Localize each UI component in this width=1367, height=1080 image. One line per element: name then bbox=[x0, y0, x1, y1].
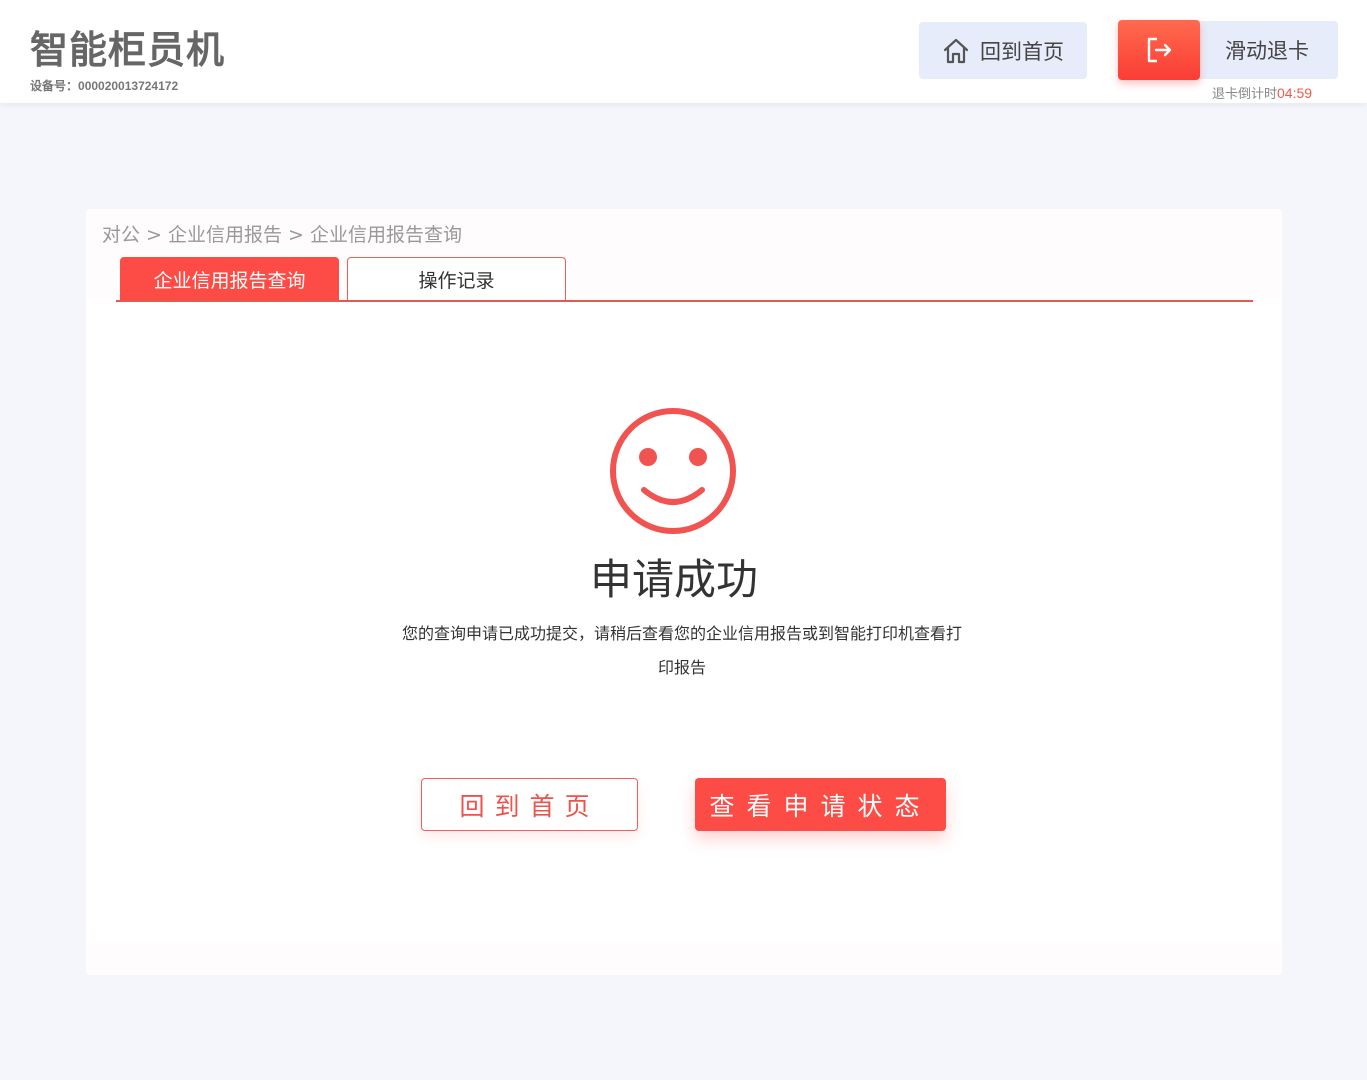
top-bar: 智能柜员机 设备号：000020013724172 回到首页 滑动退卡 退卡倒计… bbox=[0, 0, 1367, 103]
result-description: 您的查询申请已成功提交，请稍后查看您的企业信用报告或到智能打印机查看打印报告 bbox=[402, 624, 963, 677]
back-home-button[interactable]: 回到首页 bbox=[421, 778, 638, 831]
back-home-label: 回到首页 bbox=[459, 791, 600, 821]
device-info: 设备号：000020013724172 bbox=[30, 78, 178, 94]
header-home-button[interactable]: 回到首页 bbox=[919, 22, 1087, 79]
tab-operation-records[interactable]: 操作记录 bbox=[347, 257, 566, 301]
result-title: 申请成功 bbox=[589, 555, 758, 604]
smile-icon bbox=[610, 408, 736, 534]
exit-card-button[interactable] bbox=[1118, 20, 1200, 80]
app-title: 智能柜员机 bbox=[30, 28, 226, 72]
exit-card-label: 滑动退卡 bbox=[1225, 39, 1309, 63]
tab-credit-report-query-label: 企业信用报告查询 bbox=[153, 269, 306, 292]
home-icon bbox=[943, 38, 969, 63]
countdown-time: 04:59 bbox=[1277, 85, 1313, 101]
breadcrumb: 对公 > 企业信用报告 > 企业信用报告查询 bbox=[102, 224, 462, 246]
exit-card-label-button[interactable]: 滑动退卡 bbox=[1196, 21, 1338, 79]
view-status-button[interactable]: 查看申请状态 bbox=[695, 778, 946, 831]
exit-countdown: 退卡倒计时04:59 bbox=[1212, 84, 1312, 104]
view-status-label: 查看申请状态 bbox=[709, 791, 932, 821]
header-home-label: 回到首页 bbox=[980, 39, 1064, 64]
tab-operation-records-label: 操作记录 bbox=[418, 270, 495, 292]
tab-credit-report-query[interactable]: 企业信用报告查询 bbox=[120, 257, 339, 301]
tab-underline bbox=[116, 300, 1253, 302]
device-label: 设备号： bbox=[30, 79, 79, 93]
countdown-label: 退卡倒计时 bbox=[1212, 87, 1278, 102]
device-number: 000020013724172 bbox=[78, 79, 179, 93]
exit-icon bbox=[1147, 37, 1172, 63]
